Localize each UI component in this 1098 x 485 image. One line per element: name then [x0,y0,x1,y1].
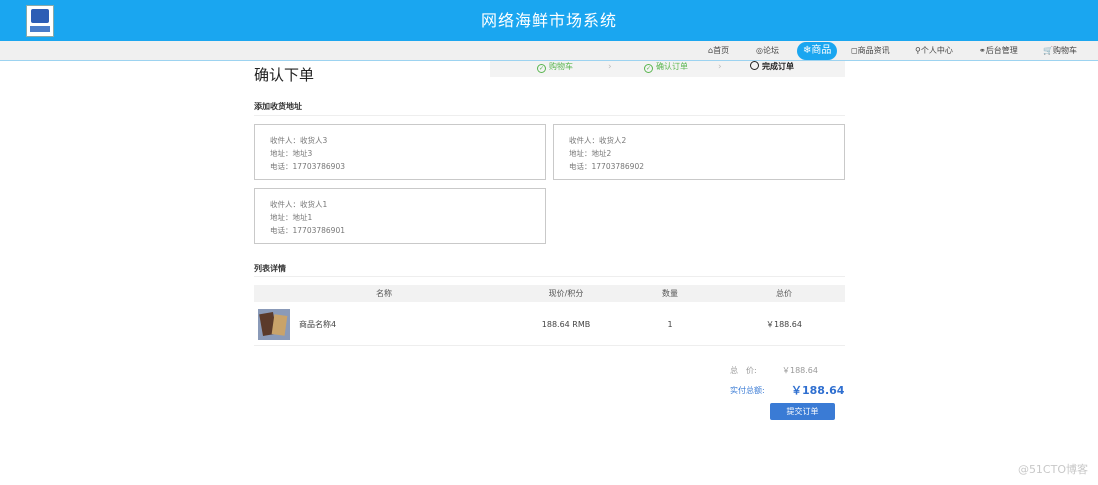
address-phone: 电话：17703786901 [270,226,345,235]
address-recipient: 收件人：收货人3 [270,136,328,145]
col-price: 现价/积分 [548,289,584,298]
top-nav: ⌂首页 ◎论坛 ❄商品 ◻商品资讯 ⚲个人中心 ⚭后台管理 🛒购物车 [0,41,1098,61]
chevron-right-icon: › [718,62,722,72]
col-total: 总价 [776,289,792,298]
list-section-title: 列表详情 [254,264,286,273]
submit-order-button[interactable]: 提交订单 [770,403,835,420]
step-complete-order: 完成订单 [750,61,794,73]
check-circle-icon: ✓ [537,64,546,73]
page-title: 确认下单 [254,66,315,84]
divider [254,276,845,277]
address-phone: 电话：17703786903 [270,162,345,171]
pay-label: 实付总额: [730,386,765,395]
address-phone: 电话：17703786902 [569,162,644,171]
product-name[interactable]: 商品名称4 [299,304,336,346]
address-card[interactable]: 收件人：收货人2 地址：地址2 电话：17703786902 [553,124,845,180]
product-price: 188.64 RMB [541,320,591,329]
product-total: ￥188.64 [766,320,802,329]
chevron-right-icon: › [608,62,612,72]
order-steps: ✓ 购物车 › ✓ 确认订单 › 完成订单 [490,61,845,77]
step-confirm-order: ✓ 确认订单 [644,62,688,73]
circle-icon [750,61,759,70]
address-recipient: 收件人：收货人1 [270,200,328,209]
product-thumbnail[interactable] [258,309,290,340]
divider [254,115,845,116]
nav-products[interactable]: ❄商品 [797,42,838,60]
address-card[interactable]: 收件人：收货人3 地址：地址3 电话：17703786903 [254,124,546,180]
app-header: 网络海鲜市场系统 [0,0,1098,41]
table-row: 商品名称4 188.64 RMB 1 ￥188.64 [254,304,845,346]
col-quantity: 数量 [662,289,678,298]
nav-personal-center[interactable]: ⚲个人中心 [915,44,953,58]
nav-admin[interactable]: ⚭后台管理 [979,44,1018,58]
address-card[interactable]: 收件人：收货人1 地址：地址1 电话：17703786901 [254,188,546,244]
address-detail: 地址：地址2 [569,149,612,158]
address-detail: 地址：地址1 [270,213,313,222]
total-label: 总 价: [730,366,757,375]
col-name: 名称 [376,289,392,298]
address-recipient: 收件人：收货人2 [569,136,627,145]
address-detail: 地址：地址3 [270,149,313,158]
nav-home[interactable]: ⌂首页 [708,44,729,58]
nav-news[interactable]: ◻商品资讯 [851,44,890,58]
step-cart: ✓ 购物车 [537,62,573,73]
table-header: 名称 现价/积分 数量 总价 [254,285,845,302]
product-quantity: 1 [667,320,673,329]
site-title: 网络海鲜市场系统 [480,11,617,30]
watermark: @51CTO博客 [1017,463,1088,476]
nav-cart[interactable]: 🛒购物车 [1043,44,1077,58]
check-circle-icon: ✓ [644,64,653,73]
total-value: ￥188.64 [782,366,818,375]
nav-forum[interactable]: ◎论坛 [756,44,779,58]
pay-value: ￥188.64 [791,384,845,397]
address-section-title: 添加收货地址 [254,102,302,111]
